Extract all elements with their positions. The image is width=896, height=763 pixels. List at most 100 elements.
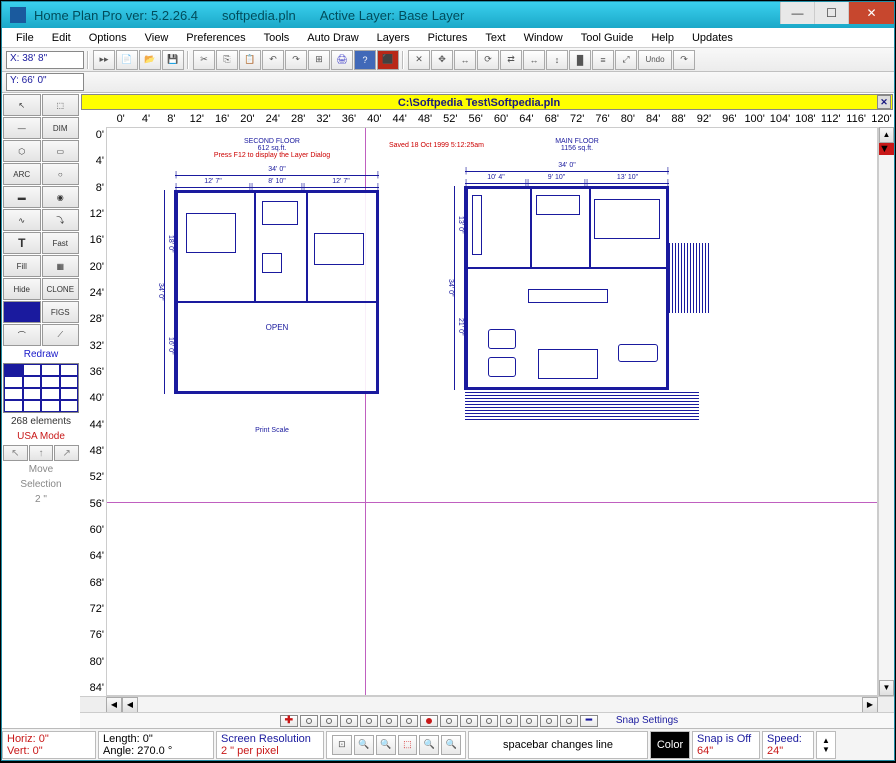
snap-minus[interactable]: ━ (580, 715, 598, 727)
menu-layers[interactable]: Layers (369, 30, 418, 46)
menu-tools[interactable]: Tools (256, 30, 298, 46)
color-grid[interactable] (3, 363, 79, 413)
h-scrollbar[interactable]: ◀ ◀ ▶ (80, 696, 894, 712)
menu-preferences[interactable]: Preferences (178, 30, 253, 46)
clone-tool[interactable]: CLONE (42, 278, 80, 300)
snap-plus[interactable]: ✚ (280, 715, 298, 727)
pattern-tool[interactable]: ▦ (42, 255, 80, 277)
snap-11[interactable] (500, 715, 518, 727)
cut-icon[interactable]: ✂ (193, 50, 215, 70)
close-plan-button[interactable]: ✕ (877, 95, 891, 109)
scroll-left-red[interactable]: ◀ (106, 697, 122, 713)
toolbar-chevron[interactable]: ▸▸ (93, 50, 115, 70)
menu-window[interactable]: Window (516, 30, 571, 46)
menu-edit[interactable]: Edit (44, 30, 79, 46)
copy-icon[interactable]: ⎘ (216, 50, 238, 70)
redo-tb-icon[interactable]: ↷ (285, 50, 307, 70)
stair-tool[interactable]: ⤵ (42, 209, 80, 231)
snap-9[interactable] (460, 715, 478, 727)
align-icon[interactable]: ▐▌ (569, 50, 591, 70)
print-icon[interactable]: 🖨 (331, 50, 353, 70)
polyline-tool[interactable]: ⬡ (3, 140, 41, 162)
snap-8[interactable] (440, 715, 458, 727)
undo-tb-icon[interactable]: ↶ (262, 50, 284, 70)
snap-2[interactable] (320, 715, 338, 727)
zoom-all-icon[interactable]: 🔍 (441, 735, 461, 755)
snap-4[interactable] (360, 715, 378, 727)
redraw-button[interactable]: Redraw (2, 347, 80, 362)
scroll-right-button[interactable]: ▶ (862, 697, 878, 713)
minimize-button[interactable]: — (780, 2, 814, 24)
zoom-in-icon[interactable]: 🔍 (354, 735, 374, 755)
paste-icon[interactable]: 📋 (239, 50, 261, 70)
filledrect-tool[interactable]: ▬ (3, 186, 41, 208)
fast-text-tool[interactable]: Fast (42, 232, 80, 254)
rotate-icon[interactable]: ⟳ (477, 50, 499, 70)
menu-options[interactable]: Options (81, 30, 135, 46)
circle-tool[interactable]: ○ (42, 163, 80, 185)
fill-tool[interactable]: Fill (3, 255, 41, 277)
menu-updates[interactable]: Updates (684, 30, 741, 46)
dim-tool[interactable]: DIM (42, 117, 80, 139)
delete-icon[interactable]: ✕ (408, 50, 430, 70)
open-icon[interactable]: 📂 (139, 50, 161, 70)
move-nw[interactable]: ↖ (3, 445, 28, 461)
new-icon[interactable]: 📄 (116, 50, 138, 70)
zoom-ext-icon[interactable]: ⊡ (332, 735, 352, 755)
zoom-prev-icon[interactable]: 🔍 (419, 735, 439, 755)
hide-tool[interactable]: Hide (3, 278, 41, 300)
snap-7-active[interactable] (420, 715, 438, 727)
exit-icon[interactable]: ⬛ (377, 50, 399, 70)
snap-settings-label[interactable]: Snap Settings (600, 715, 694, 726)
save-icon[interactable]: 💾 (162, 50, 184, 70)
wave-tool[interactable]: ∿ (3, 209, 41, 231)
scroll-up-button[interactable]: ▲ (879, 127, 894, 143)
scroll-down-button[interactable]: ▼ (879, 680, 894, 696)
move-ne[interactable]: ↗ (54, 445, 79, 461)
text-tool[interactable]: T (3, 232, 41, 254)
undo-button[interactable]: Undo (638, 50, 672, 70)
solid-tool[interactable] (3, 301, 41, 323)
speed-down[interactable]: ▼ (822, 745, 830, 754)
figs-tool[interactable]: FIGS (42, 301, 80, 323)
menu-view[interactable]: View (137, 30, 177, 46)
flip-h-icon[interactable]: ↔ (523, 50, 545, 70)
flip-v-icon[interactable]: ↕ (546, 50, 568, 70)
scroll-left-button[interactable]: ◀ (122, 697, 138, 713)
redo-button[interactable]: ↷ (673, 50, 695, 70)
mirror-icon[interactable]: ⇄ (500, 50, 522, 70)
color-button[interactable]: Color (657, 739, 683, 751)
distribute-icon[interactable]: ≡ (592, 50, 614, 70)
arc-tool[interactable]: ARC (3, 163, 41, 185)
pointer-tool[interactable]: ↖ (3, 94, 41, 116)
menu-text[interactable]: Text (477, 30, 513, 46)
break-icon[interactable]: ⤢ (615, 50, 637, 70)
zoom-out-icon[interactable]: 🔍 (376, 735, 396, 755)
filledcircle-tool[interactable]: ◉ (42, 186, 80, 208)
maximize-button[interactable]: ☐ (814, 2, 848, 24)
close-button[interactable]: ✕ (848, 2, 894, 24)
speed-up[interactable]: ▲ (822, 736, 830, 745)
move-n[interactable]: ↑ (29, 445, 54, 461)
rect-tool[interactable]: ▭ (42, 140, 80, 162)
menu-autodraw[interactable]: Auto Draw (299, 30, 366, 46)
help-icon[interactable]: ? (354, 50, 376, 70)
menu-toolguide[interactable]: Tool Guide (573, 30, 642, 46)
snap-3[interactable] (340, 715, 358, 727)
drawing-canvas[interactable]: SECOND FLOOR 612 sq.ft. Press F12 to dis… (106, 127, 878, 696)
pan-icon[interactable]: ✥ (431, 50, 453, 70)
snap-1[interactable] (300, 715, 318, 727)
snap-13[interactable] (540, 715, 558, 727)
v-scrollbar[interactable]: ▲ ▼ ▼ (878, 127, 894, 696)
snap-14[interactable] (560, 715, 578, 727)
curve-tool[interactable]: ⌒ (3, 324, 41, 346)
menu-help[interactable]: Help (643, 30, 682, 46)
grid-icon[interactable]: ⊞ (308, 50, 330, 70)
menu-file[interactable]: File (8, 30, 42, 46)
snap-12[interactable] (520, 715, 538, 727)
snap-5[interactable] (380, 715, 398, 727)
bezier-tool[interactable]: ⟋ (42, 324, 80, 346)
snap-6[interactable] (400, 715, 418, 727)
stretch-icon[interactable]: ↔ (454, 50, 476, 70)
snap-10[interactable] (480, 715, 498, 727)
